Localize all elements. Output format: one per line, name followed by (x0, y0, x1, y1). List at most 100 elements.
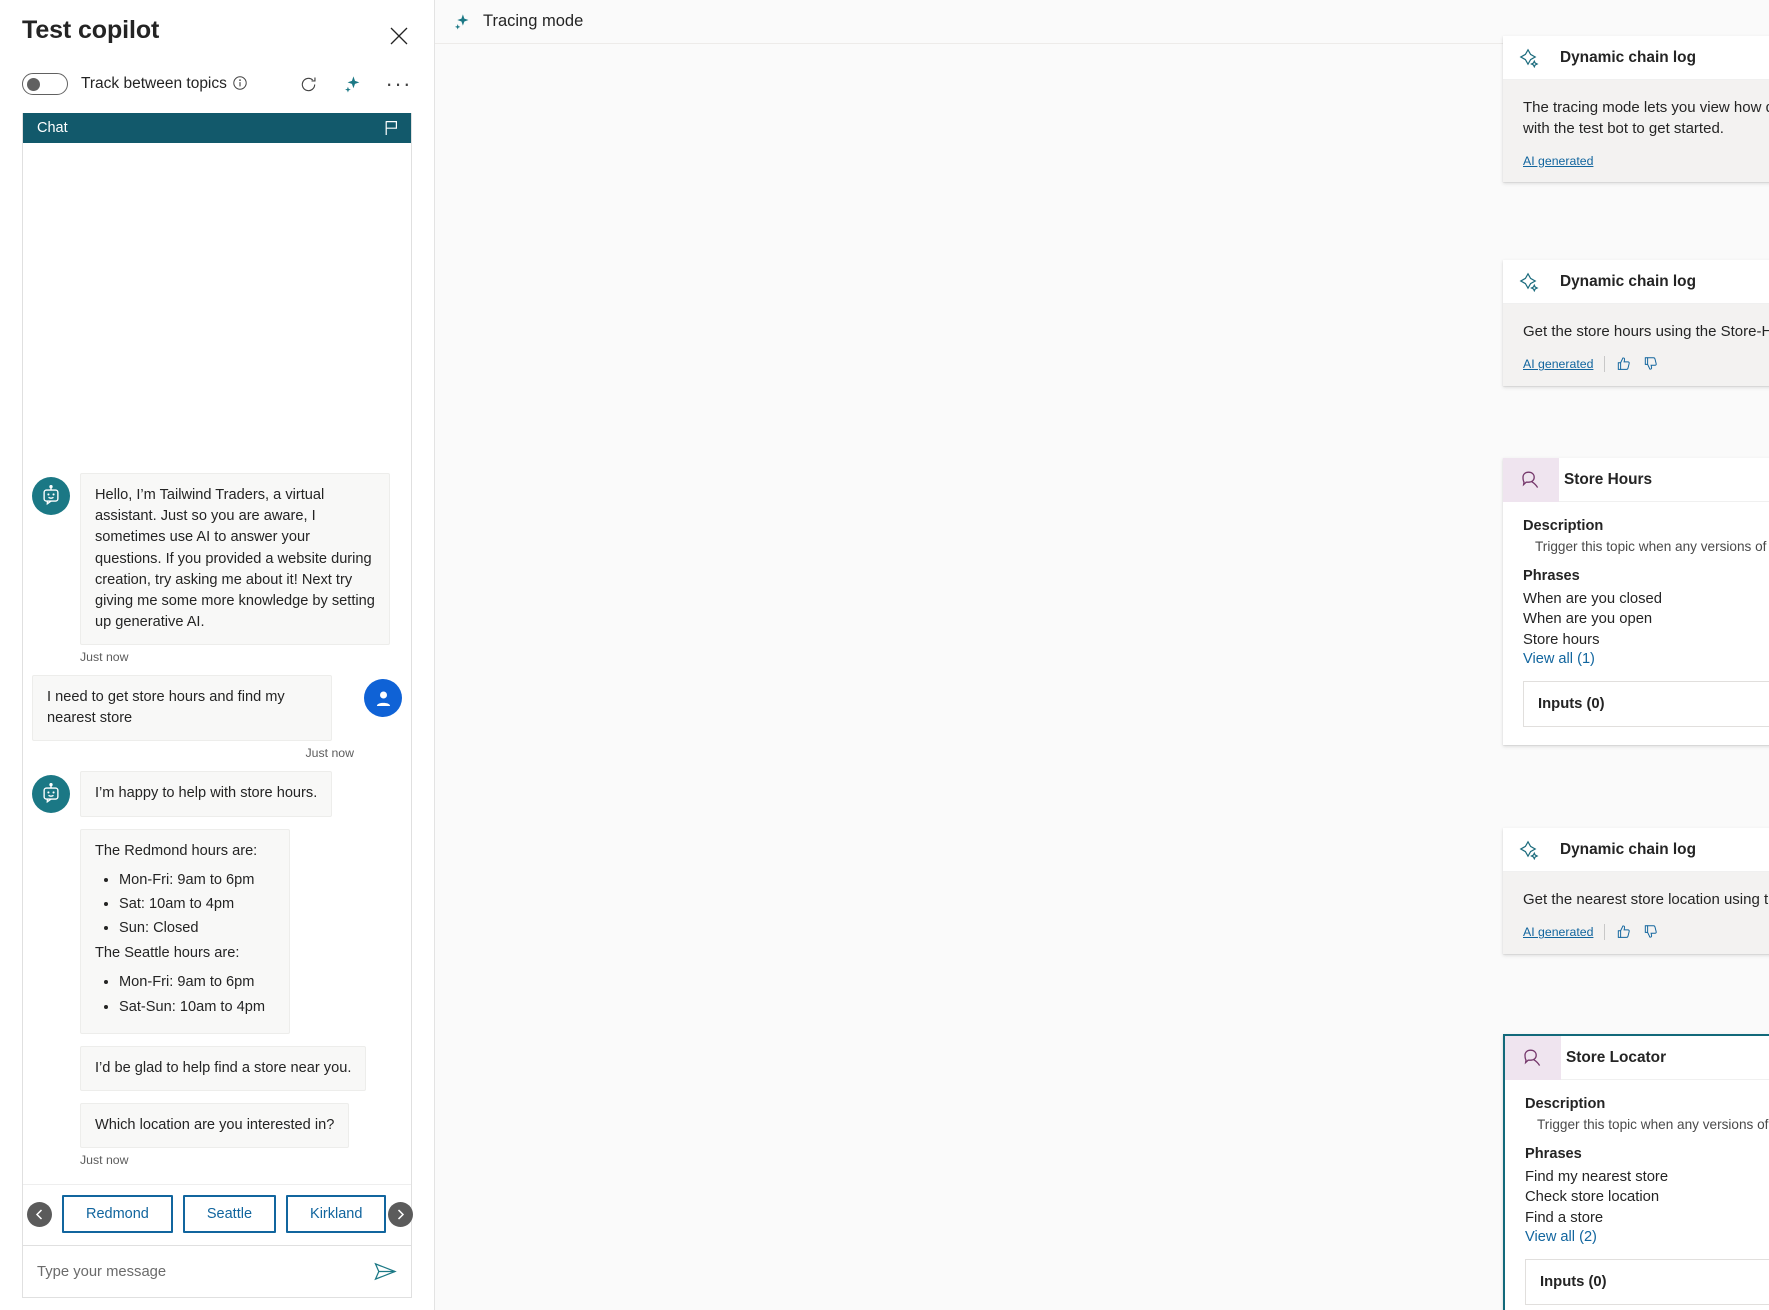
inputs-label[interactable]: Inputs (0) (1526, 1260, 1769, 1304)
seattle-heading: The Seattle hours are: (95, 945, 240, 962)
message-bubble: I’m happy to help with store hours. (80, 771, 333, 817)
trace-node-dynamic-chain-log-0[interactable]: Dynamic chain log The tracing mode lets … (1503, 36, 1769, 182)
ai-generated-link[interactable]: AI generated (1523, 357, 1593, 371)
track-between-topics-toggle[interactable] (22, 73, 68, 95)
trigger-phrase: When are you closed (1523, 591, 1663, 607)
redmond-hours-list: Mon-Fri: 9am to 6pm Sat: 10am to 4pm Sun… (119, 870, 275, 939)
message-row: I need to get store hours and find my ne… (32, 675, 402, 742)
toggle-label-text: Track between topics (81, 75, 227, 92)
suggestion-chip-seattle[interactable]: Seattle (182, 1195, 277, 1233)
trigger-phrase: When are you open (1523, 611, 1653, 628)
thumbs-down-icon[interactable] (1643, 356, 1659, 372)
message-row: Hello, I’m Tailwind Traders, a virtual a… (32, 473, 402, 646)
message-bubble: Which location are you interested in? (80, 1102, 350, 1148)
ai-generated-link[interactable]: AI generated (1523, 925, 1593, 939)
flag-icon[interactable] (384, 120, 399, 136)
ai-generated-link[interactable]: AI generated (1523, 154, 1593, 168)
sparkle-icon[interactable] (342, 73, 364, 95)
topic-chat-icon (1503, 457, 1559, 502)
trace-node-dynamic-chain-log-1[interactable]: Dynamic chain log Get the store hours us… (1503, 260, 1769, 387)
card-title: Store Hours (1564, 470, 1653, 488)
list-item: Mon-Fri: 9am to 6pm (119, 972, 275, 993)
hours-bubble: The Redmond hours are: Mon-Fri: 9am to 6… (80, 828, 290, 1034)
trace-node-topic-store-locator[interactable]: Store Locator Description Trigger this t… (1503, 1034, 1769, 1310)
view-all-link[interactable]: View all (2) (1525, 1229, 1597, 1245)
message-input[interactable] (37, 1263, 374, 1280)
view-all-link[interactable]: View all (1) (1523, 651, 1595, 667)
card-title: Dynamic chain log (1560, 272, 1696, 290)
card-body-text: Get the nearest store location using the… (1523, 891, 1769, 908)
message-bubble: I need to get store hours and find my ne… (32, 675, 332, 742)
trace-node-dynamic-chain-log-2[interactable]: Dynamic chain log Get the nearest store … (1503, 828, 1769, 955)
message-composer (23, 1245, 411, 1297)
send-icon[interactable] (374, 1261, 397, 1282)
list-item: Sat: 10am to 4pm (119, 894, 275, 915)
refresh-icon[interactable] (298, 73, 320, 95)
tracing-header-title: Tracing mode (483, 12, 584, 30)
card-body: The tracing mode lets you view how dynam… (1503, 80, 1769, 182)
user-avatar-icon (364, 679, 402, 718)
card-body-text: The tracing mode lets you view how dynam… (1523, 99, 1769, 138)
sparkle-icon (453, 13, 471, 31)
card-body: Get the nearest store location using the… (1503, 872, 1769, 955)
chat-tabbar: Chat (23, 113, 411, 143)
tracing-canvas[interactable]: Dynamic chain log The tracing mode lets … (435, 36, 1769, 1310)
page-title: Test copilot (22, 16, 160, 44)
message-row: I’m happy to help with store hours. (32, 771, 402, 817)
copilot-header: Test copilot (22, 0, 412, 53)
bot-avatar-icon (32, 477, 70, 516)
sparkle-diamond-icon (1503, 260, 1555, 304)
thumbs-up-icon[interactable] (1616, 356, 1632, 372)
message-user: I need to get store hours and find my ne… (32, 675, 402, 769)
list-item: Mon-Fri: 9am to 6pm (119, 870, 275, 891)
card-title: Dynamic chain log (1560, 840, 1696, 858)
message-bubble: I’d be glad to help find a store near yo… (80, 1045, 367, 1091)
suggested-actions: Redmond Seattle Kirkland (23, 1184, 413, 1245)
card-title: Dynamic chain log (1560, 48, 1696, 66)
trigger-phrase: Find a store (1525, 1209, 1604, 1226)
message-timestamp: Just now (305, 746, 354, 761)
message-bubble: Hello, I’m Tailwind Traders, a virtual a… (80, 473, 390, 646)
message-bot-hours-detail: The Redmond hours are: Mon-Fri: 9am to 6… (80, 828, 402, 1034)
trigger-phrase: Find my nearest store (1525, 1169, 1669, 1185)
list-item: Sat-Sun: 10am to 4pm (119, 997, 275, 1018)
message-bot-followup-1: I’d be glad to help find a store near yo… (80, 1045, 402, 1091)
inputs-label[interactable]: Inputs (0) (1524, 682, 1769, 726)
info-icon[interactable] (233, 76, 247, 90)
message-bot-hours-intro: I’m happy to help with store hours. (32, 771, 402, 817)
message-bot-followup-2: Which location are you interested in? Ju… (80, 1102, 402, 1176)
description-label: Description (1525, 1096, 1606, 1112)
toolbar-actions: ··· (298, 73, 412, 95)
bot-avatar-icon (32, 775, 70, 814)
more-options-icon[interactable]: ··· (386, 73, 412, 95)
card-body-text: Get the store hours using the Store-Hour… (1523, 323, 1769, 340)
trace-node-topic-store-hours[interactable]: Store Hours Description Trigger this top… (1503, 457, 1769, 745)
description-text: Trigger this topic when any versions of … (1537, 1117, 1769, 1132)
chat-message-list[interactable]: Hello, I’m Tailwind Traders, a virtual a… (23, 143, 411, 1184)
tab-chat[interactable]: Chat (37, 120, 68, 136)
thumbs-down-icon[interactable] (1643, 924, 1659, 940)
close-icon[interactable] (382, 19, 416, 53)
suggestion-chip-kirkland[interactable]: Kirkland (286, 1195, 387, 1233)
test-copilot-panel: Test copilot Track between topics ··· Ch… (0, 0, 434, 1310)
chevron-left-icon[interactable] (27, 1201, 52, 1227)
chat-container: Chat Hello, I’m Tailwind Traders, a virt… (22, 113, 413, 1298)
copilot-toolbar: Track between topics ··· (22, 69, 412, 99)
thumbs-up-icon[interactable] (1616, 924, 1632, 940)
phrases-label: Phrases (1523, 568, 1580, 584)
card-header: Dynamic chain log (1503, 36, 1769, 80)
message-timestamp: Just now (80, 650, 129, 665)
trigger-phrase: Check store location (1525, 1189, 1660, 1206)
suggestion-chip-list: Redmond Seattle Kirkland (62, 1195, 387, 1233)
chevron-right-icon[interactable] (388, 1201, 413, 1227)
card-meta: AI generated (1523, 924, 1769, 941)
card-meta: AI generated (1523, 154, 1769, 168)
trigger-phrase: Store hours (1523, 631, 1600, 648)
suggestion-chip-redmond[interactable]: Redmond (62, 1195, 173, 1233)
toggle-knob (27, 78, 40, 91)
topic-body: Description Trigger this topic when any … (1505, 1080, 1769, 1310)
card-header: Dynamic chain log (1503, 260, 1769, 304)
description-label: Description (1523, 518, 1604, 534)
divider (1604, 356, 1606, 373)
card-header: Store Locator (1505, 1035, 1769, 1080)
